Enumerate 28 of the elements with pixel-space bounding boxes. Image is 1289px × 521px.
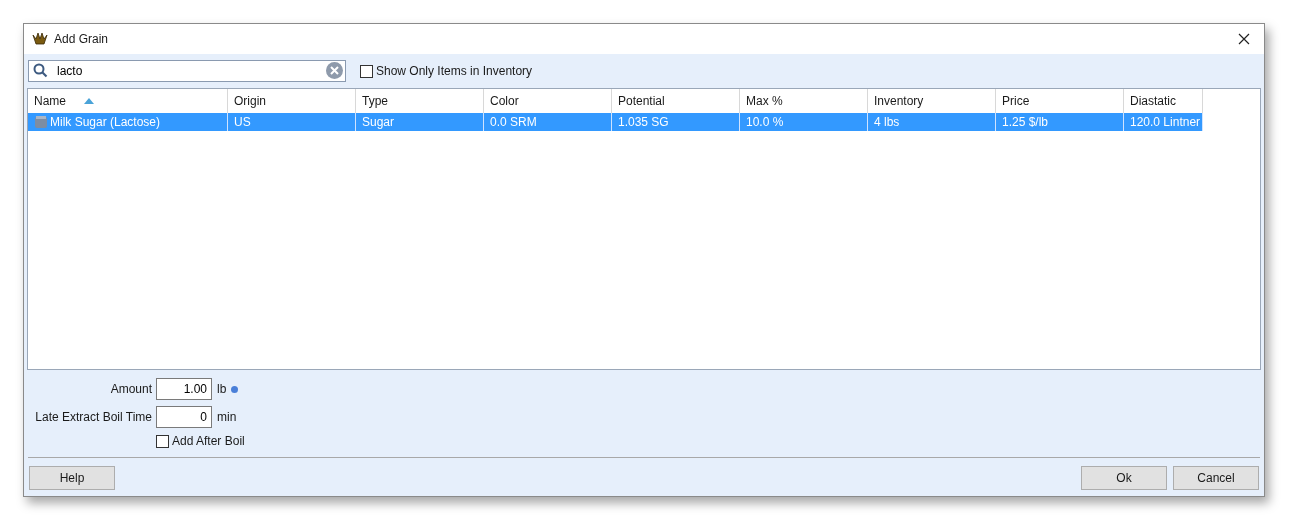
table-cell: 120.0 Lintner xyxy=(1124,113,1203,131)
table-cell: US xyxy=(228,113,356,131)
table-cell: 0.0 SRM xyxy=(484,113,612,131)
table-cell: 4 lbs xyxy=(868,113,996,131)
table-cell: 1.035 SG xyxy=(612,113,740,131)
search-field[interactable]: lacto xyxy=(28,60,346,82)
close-icon xyxy=(1238,33,1250,45)
unit-label: min xyxy=(217,410,237,424)
window-title: Add Grain xyxy=(54,32,110,46)
inventory-checkbox[interactable]: Show Only Items in Inventory xyxy=(360,64,533,78)
sack-icon xyxy=(34,115,48,129)
ok-button[interactable]: Ok xyxy=(1081,466,1167,490)
table-cell: 10.0 % xyxy=(740,113,868,131)
field-label: Amount xyxy=(109,382,152,396)
grain-logo-icon xyxy=(32,31,48,47)
boil-time-field[interactable]: 0 xyxy=(156,406,212,428)
table-cell: Milk Sugar (Lactose) xyxy=(28,113,228,131)
unit-label: lb xyxy=(217,382,227,396)
amount-field[interactable]: 1.00 xyxy=(156,378,212,400)
clear-icon[interactable] xyxy=(326,62,343,79)
add-after-boil-checkbox[interactable]: Add After Boil xyxy=(156,434,1258,448)
field-label: Late Extract Boil Time xyxy=(34,410,152,424)
table-cell: Sugar xyxy=(356,113,484,131)
cancel-button[interactable]: Cancel xyxy=(1173,466,1259,490)
table-cell: 1.25 $/lb xyxy=(996,113,1124,131)
help-button[interactable]: Help xyxy=(29,466,115,490)
status-dot-icon xyxy=(231,385,239,393)
search-icon xyxy=(33,63,48,78)
